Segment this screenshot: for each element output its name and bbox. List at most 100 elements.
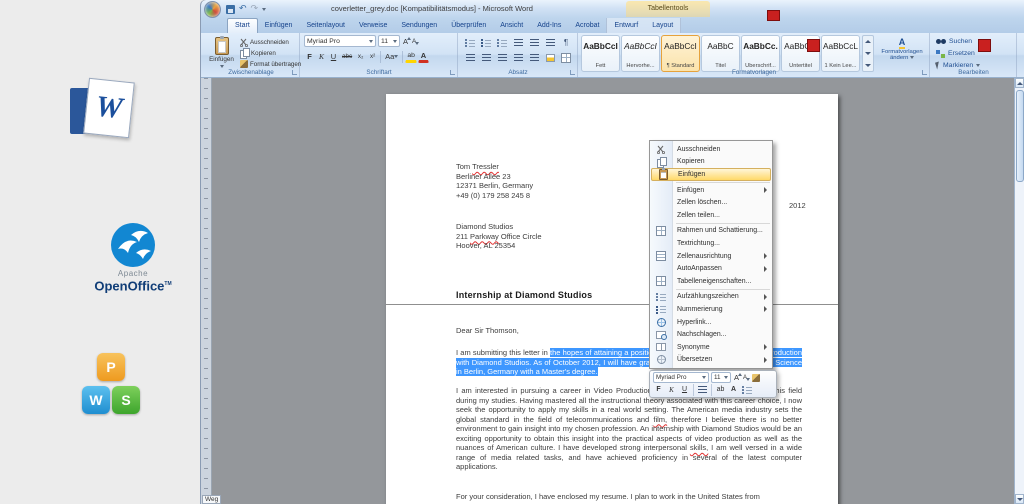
- office-button[interactable]: [204, 1, 221, 18]
- font-color-button[interactable]: A: [418, 50, 429, 63]
- menu-item-zellenausrichtung[interactable]: Zellenausrichtung: [650, 250, 772, 263]
- word-desktop-logo[interactable]: W: [70, 80, 146, 142]
- style-chip-standard[interactable]: AaBbCcI¶ Standard: [661, 35, 700, 72]
- save-icon[interactable]: [226, 5, 235, 14]
- menu-item-autoanpassen[interactable]: AutoAnpassen: [650, 262, 772, 275]
- align-center-button[interactable]: [479, 51, 493, 64]
- borders-button[interactable]: [559, 51, 573, 64]
- menu-item-textrichtung[interactable]: Textrichtung...: [650, 237, 772, 250]
- style-chip-fett[interactable]: AaBbCcIFett: [581, 35, 620, 72]
- menu-item-einfuegen-submenu[interactable]: Einfügen: [650, 184, 772, 197]
- menu-item-tabelleneigenschaften[interactable]: Tabelleneigenschaften...: [650, 275, 772, 288]
- font-name-combo[interactable]: Myriad Pro: [304, 35, 376, 47]
- cut-button[interactable]: Ausschneiden: [240, 37, 289, 47]
- align-right-button[interactable]: [495, 51, 509, 64]
- tab-ueberpruefen[interactable]: Überprüfen: [444, 19, 493, 33]
- increase-indent-button[interactable]: [527, 36, 541, 49]
- styles-dialog-launcher[interactable]: [922, 70, 927, 75]
- tab-entwurf[interactable]: Entwurf: [607, 19, 645, 33]
- redo-icon[interactable]: ↷: [251, 5, 259, 14]
- menu-item-synonyme[interactable]: Synonyme: [650, 341, 772, 354]
- menu-item-nummerierung[interactable]: Nummerierung: [650, 303, 772, 316]
- bullets-button[interactable]: [463, 36, 477, 49]
- style-chip-hervorheben[interactable]: AaBbCcIHervorhe...: [621, 35, 660, 72]
- tab-addins[interactable]: Add-Ins: [530, 19, 568, 33]
- mini-font-size-combo[interactable]: 11: [711, 372, 731, 383]
- font-size-dropdown-icon[interactable]: [393, 40, 397, 43]
- change-styles-button[interactable]: A Formatvorlagen ändern: [877, 35, 927, 72]
- style-chip-ueberschrift[interactable]: AaBbCc.Überschrif...: [741, 35, 780, 72]
- mini-font-name-combo[interactable]: Myriad Pro: [653, 372, 709, 383]
- vertical-ruler[interactable]: [201, 78, 212, 504]
- menu-item-uebersetzen[interactable]: Übersetzen: [650, 354, 772, 367]
- scrollbar-thumb[interactable]: [1016, 90, 1024, 182]
- mini-shrink-font-button[interactable]: A: [742, 375, 748, 381]
- mini-underline-button[interactable]: U: [679, 384, 690, 395]
- underline-button[interactable]: U: [328, 50, 339, 63]
- multilevel-list-button[interactable]: [495, 36, 509, 49]
- menu-item-kopieren[interactable]: Kopieren: [650, 156, 772, 169]
- font-name-dropdown-icon[interactable]: [369, 40, 373, 43]
- tab-sendungen[interactable]: Sendungen: [394, 19, 444, 33]
- qat-dropdown-icon[interactable]: [262, 8, 266, 11]
- font-size-combo[interactable]: 11: [378, 35, 400, 47]
- tab-verweise[interactable]: Verweise: [352, 19, 394, 33]
- menu-item-rahmen-schattierung[interactable]: Rahmen und Schattierung...: [650, 225, 772, 238]
- style-chip-titel[interactable]: AaBbCTitel: [701, 35, 740, 72]
- subscript-button[interactable]: x₂: [355, 50, 366, 63]
- superscript-button[interactable]: x²: [367, 50, 378, 63]
- copy-button[interactable]: Kopieren: [240, 48, 276, 58]
- text-highlight-button[interactable]: ab: [405, 50, 417, 63]
- align-left-button[interactable]: [463, 51, 477, 64]
- menu-item-zellen-teilen[interactable]: Zellen teilen...: [650, 209, 772, 222]
- tab-layout[interactable]: Layout: [645, 19, 680, 33]
- menu-item-einfuegen[interactable]: Einfügen: [651, 168, 771, 181]
- mini-grow-font-button[interactable]: A: [733, 373, 740, 382]
- replace-button[interactable]: Ersetzen: [936, 48, 975, 59]
- paste-button[interactable]: Einfügen: [206, 35, 237, 71]
- gallery-scroll-up[interactable]: [863, 36, 873, 48]
- find-button[interactable]: Suchen: [936, 36, 972, 47]
- decrease-indent-button[interactable]: [511, 36, 525, 49]
- paste-dropdown-icon[interactable]: [220, 65, 224, 68]
- tab-acrobat[interactable]: Acrobat: [568, 19, 606, 33]
- sort-button[interactable]: [543, 36, 557, 49]
- openoffice-logo[interactable]: Apache OpenOfficeTM: [78, 222, 188, 302]
- grow-font-button[interactable]: A: [402, 37, 409, 46]
- mini-italic-button[interactable]: K: [666, 384, 677, 395]
- wps-writer-icon[interactable]: W: [82, 386, 110, 414]
- scroll-up-button[interactable]: [1015, 78, 1024, 88]
- tab-start[interactable]: Start: [227, 18, 258, 33]
- strikethrough-button[interactable]: abc: [340, 50, 354, 63]
- undo-icon[interactable]: ↶: [239, 5, 247, 14]
- line-spacing-button[interactable]: [527, 51, 541, 64]
- mini-center-button[interactable]: [697, 384, 708, 395]
- change-case-button[interactable]: Aa: [383, 50, 400, 63]
- numbering-button[interactable]: [479, 36, 493, 49]
- show-paragraph-marks-button[interactable]: [559, 36, 573, 49]
- style-chip-kein-leerraum[interactable]: AaBbCcL1 Kein Lee...: [821, 35, 860, 72]
- mini-format-painter-button[interactable]: [750, 372, 761, 383]
- vertical-scrollbar[interactable]: [1014, 78, 1024, 504]
- menu-item-aufzaehlungszeichen[interactable]: Aufzählungszeichen: [650, 291, 772, 304]
- menu-item-ausschneiden[interactable]: Ausschneiden: [650, 143, 772, 156]
- justify-button[interactable]: [511, 51, 525, 64]
- scroll-down-button[interactable]: [1015, 494, 1024, 504]
- mini-bold-button[interactable]: F: [653, 384, 664, 395]
- tab-einfuegen[interactable]: Einfügen: [258, 19, 300, 33]
- paragraph-dialog-launcher[interactable]: [570, 70, 575, 75]
- bold-button[interactable]: F: [304, 50, 315, 63]
- mini-font-color-button[interactable]: A: [728, 384, 739, 395]
- menu-item-zellen-loeschen[interactable]: Zellen löschen...: [650, 196, 772, 209]
- clipboard-dialog-launcher[interactable]: [292, 70, 297, 75]
- font-dialog-launcher[interactable]: [450, 70, 455, 75]
- menu-item-nachschlagen[interactable]: Nachschlagen...: [650, 328, 772, 341]
- tab-ansicht[interactable]: Ansicht: [493, 19, 530, 33]
- italic-button[interactable]: K: [316, 50, 327, 63]
- mini-highlight-button[interactable]: ab: [715, 384, 726, 395]
- format-painter-button[interactable]: Format übertragen: [240, 59, 301, 69]
- mini-bullets-button[interactable]: [741, 384, 753, 395]
- gallery-scroll-down[interactable]: [863, 48, 873, 60]
- wps-spreadsheet-icon[interactable]: S: [112, 386, 140, 414]
- wps-presentation-icon[interactable]: P: [97, 353, 125, 381]
